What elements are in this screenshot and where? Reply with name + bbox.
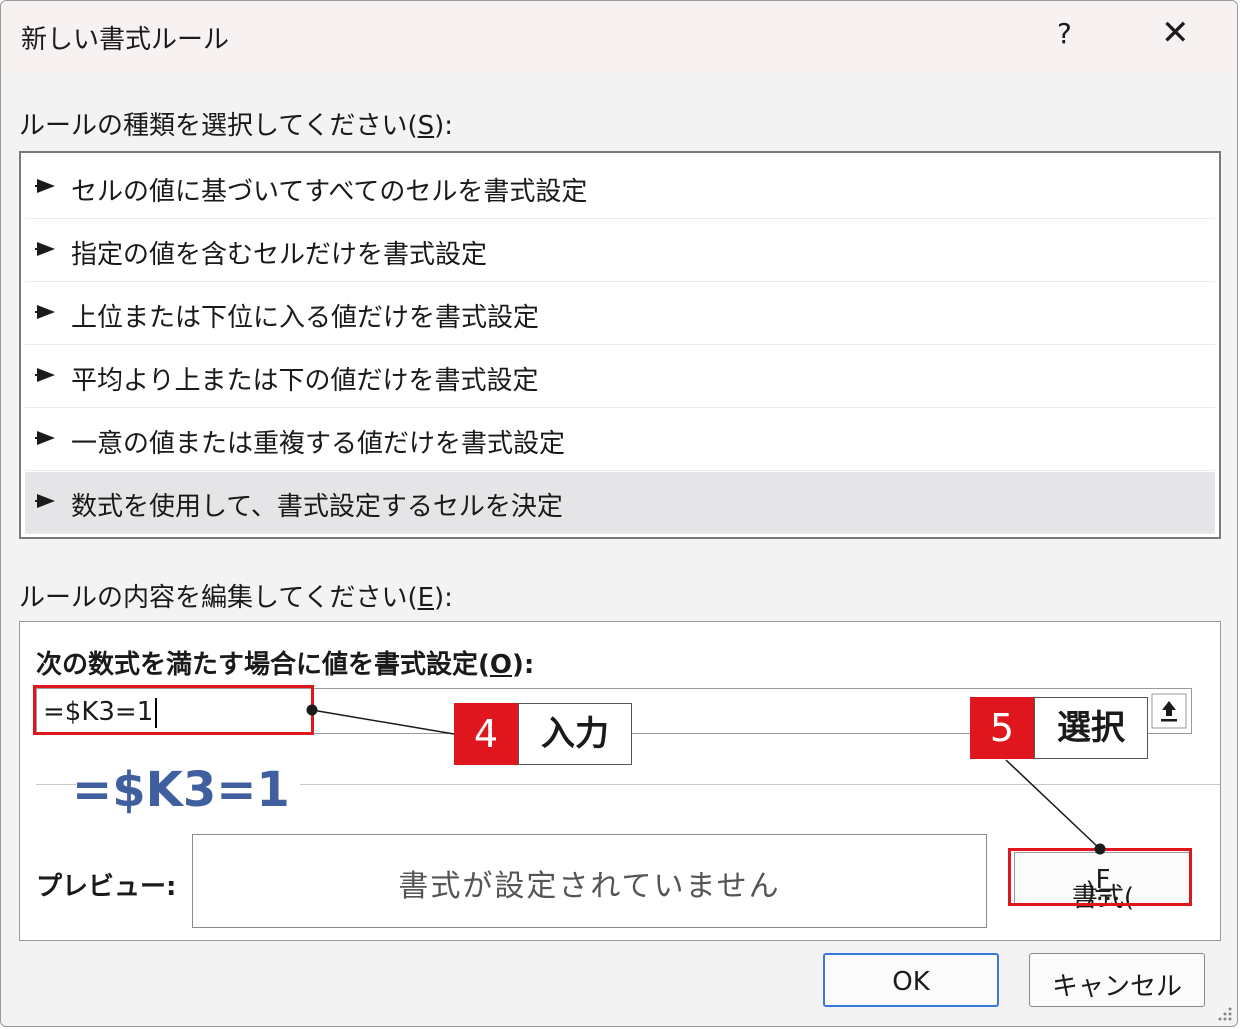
- preview-text: 書式が設定されていません: [398, 869, 781, 904]
- formula-value: =$K3=1: [43, 697, 158, 728]
- callout-number: 4: [454, 703, 518, 765]
- cancel-button[interactable]: キャンセル: [1029, 953, 1205, 1007]
- collapse-dialog-icon[interactable]: [1151, 693, 1187, 729]
- rule-item[interactable]: 指定の値を含むセルだけを書式設定: [25, 220, 1215, 282]
- rule-item[interactable]: 一意の値または重複する値だけを書式設定: [25, 409, 1215, 471]
- format-button[interactable]: 書式(F)...: [1014, 852, 1192, 913]
- triangle-arrow-icon: [35, 179, 55, 193]
- callout-text: 選択: [1034, 697, 1148, 759]
- triangle-arrow-icon: [35, 494, 55, 508]
- help-button[interactable]: ?: [1057, 17, 1072, 50]
- triangle-arrow-icon: [35, 368, 55, 382]
- callout-4: 4 入力: [454, 703, 632, 765]
- dialog-title: 新しい書式ルール: [21, 25, 230, 55]
- formula-annotation: =$K3=1: [72, 762, 290, 818]
- divider: [300, 784, 1220, 785]
- triangle-arrow-icon: [35, 242, 55, 256]
- preview-label: プレビュー:: [36, 872, 177, 902]
- new-formatting-rule-dialog: 新しい書式ルール ? ✕ ルールの種類を選択してください(S): セルの値に基づ…: [0, 0, 1238, 1027]
- divider: [36, 784, 76, 785]
- triangle-arrow-icon: [35, 431, 55, 445]
- triangle-arrow-icon: [35, 305, 55, 319]
- format-button-label: 書式(F)...: [1071, 865, 1135, 913]
- resize-grip-icon[interactable]: [1215, 1004, 1233, 1022]
- callout-text: 入力: [518, 703, 632, 765]
- preview-box: 書式が設定されていません: [192, 834, 987, 928]
- rule-type-label: ルールの種類を選択してください(S):: [19, 111, 454, 141]
- rule-item[interactable]: 上位または下位に入る値だけを書式設定: [25, 283, 1215, 345]
- ok-button[interactable]: OK: [823, 953, 999, 1007]
- rule-edit-panel: 次の数式を満たす場合に値を書式設定(O): =$K3=1 =$K3=1 プレビュ…: [19, 621, 1221, 941]
- rule-type-list[interactable]: セルの値に基づいてすべてのセルを書式設定 指定の値を含むセルだけを書式設定 上位…: [19, 151, 1221, 539]
- formula-label: 次の数式を満たす場合に値を書式設定(O):: [36, 650, 535, 680]
- close-button[interactable]: ✕: [1161, 13, 1190, 53]
- rule-edit-label: ルールの内容を編集してください(E):: [19, 583, 453, 613]
- rule-item[interactable]: セルの値に基づいてすべてのセルを書式設定: [25, 157, 1215, 219]
- callout-number: 5: [970, 697, 1034, 759]
- text-caret: [155, 697, 158, 728]
- rule-item-selected[interactable]: 数式を使用して、書式設定するセルを決定: [25, 472, 1215, 534]
- rule-item[interactable]: 平均より上または下の値だけを書式設定: [25, 346, 1215, 408]
- callout-5: 5 選択: [970, 697, 1148, 759]
- title-bar: 新しい書式ルール ? ✕: [1, 1, 1237, 73]
